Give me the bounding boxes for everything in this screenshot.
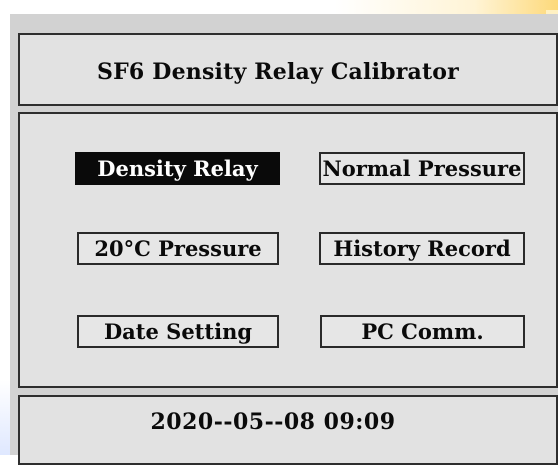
menu-item-date-setting[interactable]: Date Setting [77, 315, 279, 348]
menu-item-pc-comm[interactable]: PC Comm. [320, 315, 525, 348]
menu-item-20c-pressure[interactable]: 20°C Pressure [77, 232, 279, 265]
date-time-display: 2020--05--08 09:09 [150, 409, 396, 435]
menu-item-normal-pressure[interactable]: Normal Pressure [319, 152, 525, 185]
app-title: SF6 Density Relay Calibrator [97, 58, 459, 85]
menu-item-history-record[interactable]: History Record [319, 232, 525, 265]
title-panel: SF6 Density Relay Calibrator [18, 33, 558, 106]
menu-item-density-relay[interactable]: Density Relay [75, 152, 280, 185]
main-menu-panel: Density Relay Normal Pressure 20°C Press… [18, 112, 558, 388]
